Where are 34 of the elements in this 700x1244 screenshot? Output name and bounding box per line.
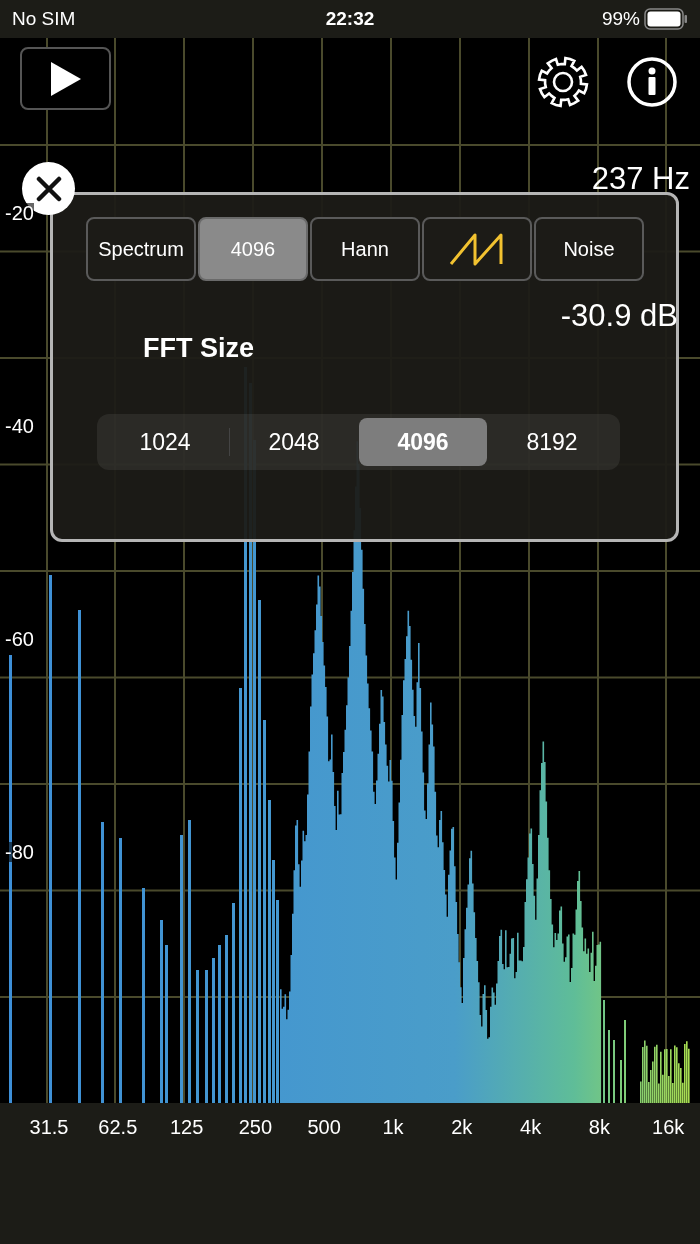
mode-button[interactable]: Spectrum — [86, 217, 196, 281]
battery-percent: 99% — [601, 6, 640, 31]
y-axis-label: -40 — [5, 416, 34, 436]
x-axis-label: 4k — [520, 1117, 542, 1137]
close-icon — [35, 175, 62, 202]
x-axis-label: 31.5 — [29, 1117, 69, 1137]
play-icon — [48, 59, 83, 98]
mode-button[interactable]: Hann — [310, 217, 420, 281]
frequency-readout: 237 Hz — [591, 163, 690, 194]
y-axis-label: -80 — [5, 842, 34, 862]
fft-size-option[interactable]: 8192 — [488, 418, 616, 466]
x-axis-label: 62.5 — [98, 1117, 138, 1137]
play-button[interactable] — [20, 47, 111, 110]
x-axis-label: 125 — [169, 1117, 204, 1137]
x-axis-label: 250 — [238, 1117, 273, 1137]
x-axis-label: 1k — [382, 1117, 404, 1137]
fft-size-title: FFT Size — [143, 332, 254, 365]
fft-size-option[interactable]: 1024 — [101, 418, 229, 466]
info-icon[interactable] — [626, 56, 678, 108]
x-axis-label: 500 — [307, 1117, 341, 1137]
mode-button[interactable]: Noise — [534, 217, 644, 281]
clock-text: 22:32 — [325, 6, 375, 31]
battery-icon — [644, 8, 688, 30]
x-axis-label: 16k — [652, 1117, 685, 1137]
fft-size-option[interactable]: 2048 — [230, 418, 358, 466]
settings-icon[interactable] — [536, 55, 590, 109]
x-axis-label: 2k — [451, 1117, 473, 1137]
fft-size-option[interactable]: 4096 — [359, 418, 487, 466]
y-axis-label: -60 — [5, 629, 34, 649]
x-axis-label: 8k — [588, 1117, 610, 1137]
carrier-text: No SIM — [12, 6, 76, 31]
sawtooth-icon — [449, 232, 505, 266]
waveform-button[interactable] — [422, 217, 532, 281]
y-axis-label: -20 — [5, 203, 34, 223]
